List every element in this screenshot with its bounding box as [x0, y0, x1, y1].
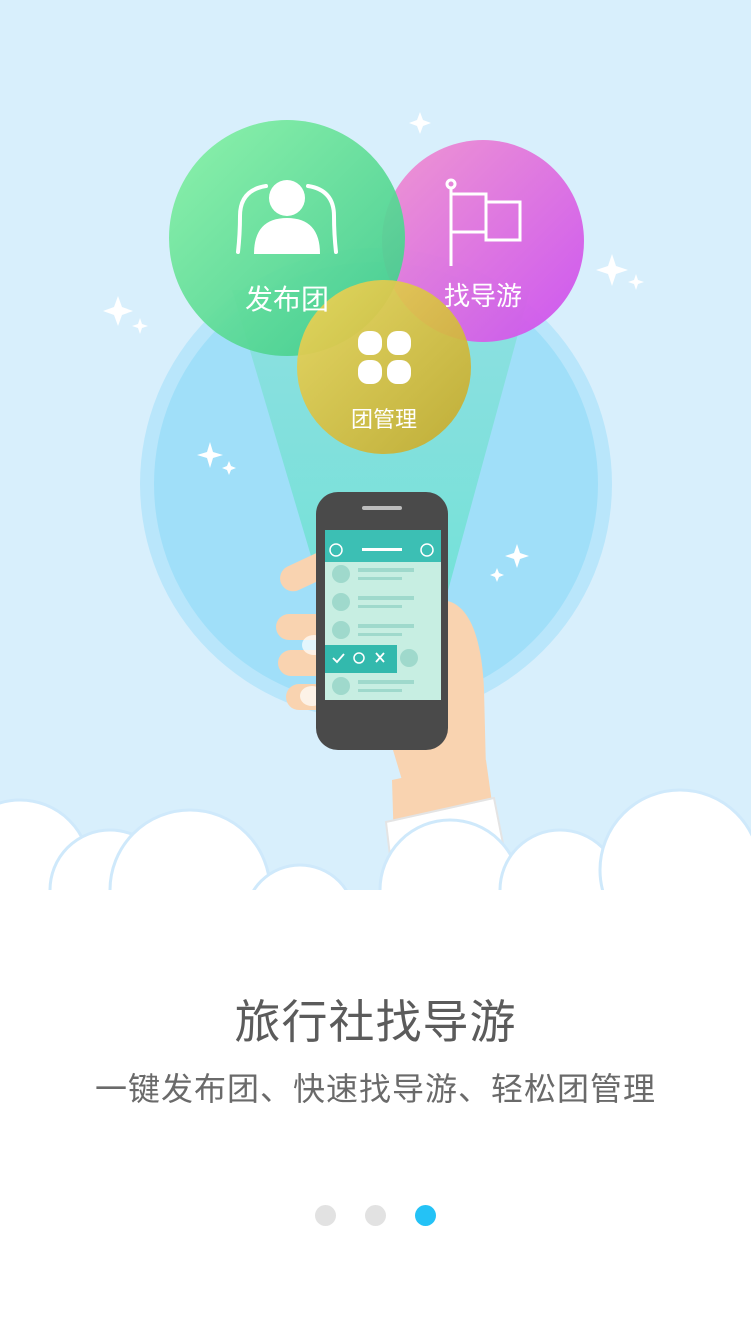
page-dot-3[interactable]	[415, 1205, 436, 1226]
phone-illustration	[316, 492, 448, 750]
page-indicator	[0, 1205, 751, 1227]
cloud-layer	[0, 788, 751, 980]
page-title: 旅行社找导游	[234, 995, 517, 1049]
tour-manage-label: 团管理	[350, 408, 417, 433]
page-dot-1[interactable]	[315, 1205, 336, 1226]
find-guide-label: 找导游	[443, 282, 522, 312]
page-dot-2[interactable]	[365, 1205, 386, 1226]
page-subtitle: 一键发布团、快速找导游、轻松团管理	[94, 1070, 656, 1108]
onboarding-screen: 发布团 找导游 团管理 旅行社找导游 一键发布团、快速找导游、轻松团管理	[0, 0, 751, 1335]
publish-tour-label: 发布团	[244, 283, 329, 316]
